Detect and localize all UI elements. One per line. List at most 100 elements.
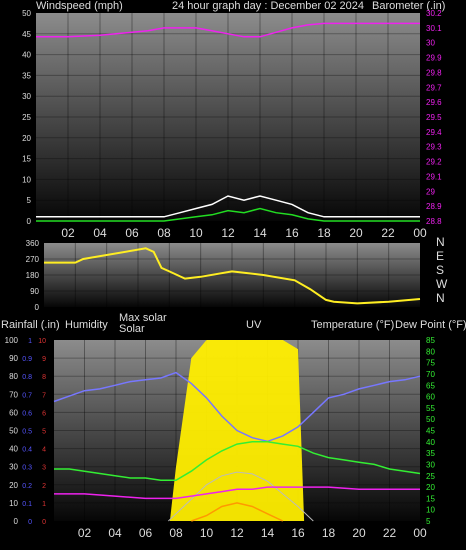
x-tick-label: 04	[108, 526, 122, 540]
direction-tick-label: 270	[26, 255, 40, 264]
x-tick-label: 06	[139, 526, 153, 540]
wind-tick-label: 10	[22, 175, 31, 184]
temperature-tick-label: 10	[426, 506, 435, 515]
uv-tick-label: 4	[42, 447, 46, 454]
wind-tick-label: 30	[22, 92, 31, 101]
temperature-tick-label: 15	[426, 494, 435, 503]
x-tick-label: 14	[253, 226, 267, 240]
compass-label: N	[436, 291, 445, 305]
rainfall-tick-label: 0.6	[22, 410, 32, 417]
barometer-y-ticks: 28.8 28.9 29 29.1 29.2 29.3 29.4 29.5 29.6 29.7 29…	[426, 9, 442, 226]
temperature-tick-label: 75	[426, 359, 435, 368]
rainfall-tick-label: 0.5	[22, 429, 32, 436]
x-tick-label: 00	[413, 526, 427, 540]
rainfall-tick-label: 0.7	[22, 392, 32, 399]
wind-x-ticks: 02 04 06 08 10 12 14 16 18 20 22 00	[61, 226, 427, 240]
temperature-tick-label: 85	[426, 336, 435, 345]
uv-tick-label: 10	[38, 338, 46, 345]
direction-tick-label: 360	[26, 239, 40, 248]
barometer-tick-label: 29.1	[426, 172, 442, 181]
wind-tick-label: 5	[27, 196, 32, 205]
x-tick-label: 22	[383, 526, 397, 540]
humidity-tick-label: 30	[9, 463, 18, 472]
temperature-y-ticks: 5 10 15 20 25 30 35 40 45 50 55 60 65 70 75 80 85	[426, 336, 435, 526]
temperature-tick-label: 35	[426, 449, 435, 458]
uv-tick-label: 9	[42, 356, 46, 363]
humidity-tick-label: 90	[9, 354, 18, 363]
uv-tick-label: 2	[42, 483, 46, 490]
x-tick-label: 20	[352, 526, 366, 540]
uv-tick-label: 3	[42, 465, 46, 472]
uv-label: UV	[246, 319, 262, 331]
uv-tick-label: 6	[42, 410, 46, 417]
x-tick-label: 00	[413, 226, 427, 240]
humidity-tick-label: 40	[9, 445, 18, 454]
x-tick-label: 02	[61, 226, 75, 240]
humidity-tick-label: 20	[9, 481, 18, 490]
barometer-tick-label: 29.3	[426, 143, 442, 152]
temperature-tick-label: 30	[426, 460, 435, 469]
x-tick-label: 12	[230, 526, 244, 540]
dewpoint-label: Dew Point (°F)	[395, 319, 466, 331]
humidity-label: Humidity	[65, 319, 108, 331]
temperature-tick-label: 25	[426, 472, 435, 481]
wind-tick-label: 25	[22, 113, 31, 122]
direction-tick-label: 180	[26, 271, 40, 280]
temperature-tick-label: 70	[426, 370, 435, 379]
temperature-tick-label: 80	[426, 347, 435, 356]
x-tick-label: 04	[93, 226, 107, 240]
barometer-tick-label: 29.6	[426, 98, 442, 107]
temperature-tick-label: 55	[426, 404, 435, 413]
compass-labels: NESWN	[436, 235, 448, 305]
temperature-label: Temperature (°F)	[311, 319, 394, 331]
rainfall-tick-label: 0.1	[22, 501, 32, 508]
solar-label: Solar	[119, 323, 145, 335]
direction-tick-label: 90	[30, 287, 39, 296]
barometer-tick-label: 30	[426, 39, 435, 48]
humidity-tick-label: 60	[9, 408, 18, 417]
uv-y-ticks: 0 1 2 3 4 5 6 7 8 9 10	[38, 338, 46, 526]
rainfall-tick-label: 1	[28, 338, 32, 345]
x-tick-label: 20	[349, 226, 363, 240]
wind-direction-panel: 090180270360 NESWN	[26, 235, 448, 312]
barometer-tick-label: 29.4	[426, 128, 442, 137]
x-tick-label: 10	[189, 226, 203, 240]
compass-label: W	[436, 277, 448, 291]
temperature-tick-label: 5	[426, 517, 431, 526]
x-tick-label: 10	[200, 526, 214, 540]
compass-label: N	[436, 235, 445, 249]
rainfall-label: Rainfall (.in)	[1, 319, 60, 331]
rainfall-y-ticks: 0 0.1 0.2 0.3 0.4 0.5 0.6 0.7 0.8 0.9 1	[22, 338, 32, 526]
compass-label: S	[436, 263, 444, 277]
x-tick-label: 02	[78, 526, 92, 540]
barometer-tick-label: 29.9	[426, 54, 442, 63]
x-tick-label: 18	[317, 226, 331, 240]
temperature-tick-label: 20	[426, 483, 435, 492]
humidity-tick-label: 10	[9, 499, 18, 508]
x-tick-label: 08	[157, 226, 171, 240]
humidity-tick-label: 80	[9, 372, 18, 381]
humidity-tick-label: 50	[9, 427, 18, 436]
compass-label: E	[436, 249, 444, 263]
direction-tick-label: 0	[35, 303, 40, 312]
barometer-tick-label: 30.1	[426, 24, 442, 33]
rainfall-tick-label: 0	[28, 519, 32, 526]
wind-tick-label: 15	[22, 155, 31, 164]
rainfall-tick-label: 0.8	[22, 374, 32, 381]
rainfall-tick-label: 0.2	[22, 483, 32, 490]
barometer-tick-label: 29.8	[426, 68, 442, 77]
temperature-tick-label: 40	[426, 438, 435, 447]
barometer-tick-label: 30.2	[426, 9, 442, 18]
barometer-tick-label: 29	[426, 187, 435, 196]
wind-tick-label: 45	[22, 30, 31, 39]
x-tick-label: 16	[285, 226, 299, 240]
x-tick-label: 12	[221, 226, 235, 240]
temperature-tick-label: 65	[426, 381, 435, 390]
x-tick-label: 06	[125, 226, 139, 240]
direction-y-ticks: 0 90 180 270 360	[26, 239, 40, 312]
wind-tick-label: 40	[22, 51, 31, 60]
wind-tick-label: 35	[22, 71, 31, 80]
humidity-tick-label: 70	[9, 390, 18, 399]
uv-tick-label: 1	[42, 501, 46, 508]
wind-tick-label: 0	[27, 217, 32, 226]
